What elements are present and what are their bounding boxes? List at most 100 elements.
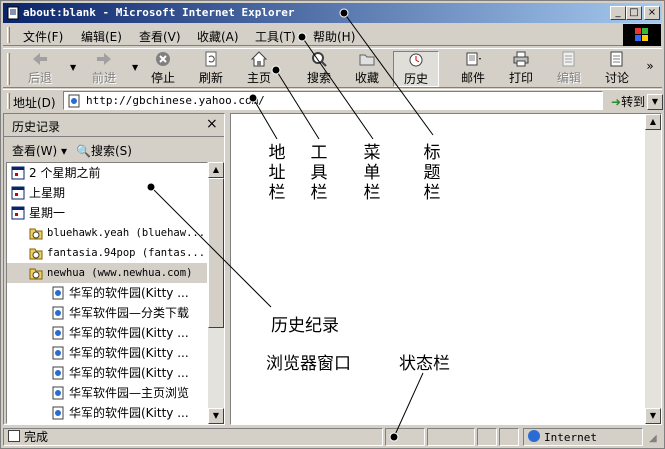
menu-bar: 文件(F) 编辑(E) 查看(V) 收藏(A) 工具(T) 帮助(H) (3, 24, 623, 46)
address-field[interactable]: ▼ (63, 91, 663, 110)
history-view-button[interactable]: 查看(W) ▾ (12, 142, 67, 159)
history-page-item[interactable]: 华军软件园—主页浏览 (7, 383, 207, 403)
chevron-up-icon: ▲ (649, 117, 657, 126)
scroll-up-button[interactable]: ▲ (645, 114, 661, 130)
history-icon (409, 53, 423, 67)
annotation-menu-bar: 菜单栏 (363, 143, 381, 203)
history-week-item[interactable]: 上星期 (7, 183, 207, 203)
address-dropdown[interactable]: ▼ (647, 94, 663, 110)
menu-view[interactable]: 查看(V) (139, 28, 181, 45)
history-page-item[interactable]: 华军的软件园(Kitty ... (7, 343, 207, 363)
browser-content[interactable]: ▲ ▼ (230, 113, 662, 425)
printer-icon (513, 51, 529, 67)
discuss-button[interactable]: 讨论 (597, 51, 637, 87)
chevron-down-icon: ▼ (649, 411, 657, 420)
scroll-up-button[interactable]: ▲ (208, 162, 224, 178)
history-scrollbar[interactable]: ▲ ▼ (208, 162, 224, 424)
history-item-label: 华军软件园—分类下载 (69, 306, 190, 320)
menu-help[interactable]: 帮助(H) (313, 28, 355, 45)
address-input[interactable] (86, 94, 586, 107)
history-page-item[interactable]: 华军的软件园(Kitty ... (7, 363, 207, 383)
edit-page-icon (562, 51, 575, 67)
back-dropdown[interactable]: ▼ (65, 51, 77, 87)
go-button[interactable]: ➜转到 (611, 93, 645, 110)
back-arrow-icon (33, 53, 47, 65)
search-icon: 🔍 (76, 144, 91, 158)
history-page-item[interactable]: 华军软件园—分类下载 (7, 303, 207, 323)
content-scrollbar[interactable]: ▲ ▼ (645, 114, 661, 424)
calendar-icon (11, 186, 25, 200)
stop-button[interactable]: 停止 (143, 51, 183, 87)
toolbar-grip[interactable] (7, 53, 10, 85)
status-bar: 完成 Internet ◢ (3, 427, 662, 447)
history-page-item[interactable]: 华军的软件园(Kitty ... (7, 403, 207, 423)
history-site-item[interactable]: fantasia.94pop (fantas... (7, 243, 207, 263)
history-site-item[interactable]: newhua (www.newhua.com) (7, 263, 207, 283)
menu-file[interactable]: 文件(F) (23, 28, 63, 45)
history-page-item[interactable]: 华军的软件园(Kitty ... (7, 283, 207, 303)
zone-label: Internet (544, 431, 597, 444)
refresh-button[interactable]: 刷新 (191, 51, 231, 87)
print-button[interactable]: 打印 (503, 51, 539, 87)
forward-label: 前进 (91, 71, 116, 85)
history-search-label: 搜索(S) (90, 144, 132, 158)
search-label: 搜索 (306, 71, 331, 85)
mail-button[interactable]: 邮件 (453, 51, 493, 87)
menu-tools[interactable]: 工具(T) (255, 28, 296, 45)
mail-icon (466, 52, 481, 66)
chevron-up-icon: ▲ (212, 165, 220, 174)
history-list: 2 个星期之前 上星期 星期一 bluehawk.yeah (bluehaw..… (6, 162, 208, 424)
stop-label: 停止 (150, 71, 175, 85)
history-item-label: 上星期 (29, 186, 66, 200)
status-cell (477, 428, 497, 446)
history-search-button[interactable]: 🔍搜索(S) (76, 142, 132, 159)
folder-icon (29, 248, 43, 260)
menu-edit[interactable]: 编辑(E) (81, 28, 122, 45)
calendar-icon (11, 206, 25, 220)
home-button[interactable]: 主页 (239, 51, 279, 87)
status-text-cell: 完成 (3, 428, 383, 446)
search-button[interactable]: 搜索 (297, 51, 341, 87)
history-site-item[interactable]: bluehawk.yeah (bluehaw... (7, 223, 207, 243)
history-title: 历史记录 (12, 120, 61, 134)
chevron-down-icon: ▼ (70, 63, 77, 72)
annotation-address-bar: 地址栏 (268, 143, 286, 203)
status-cell (499, 428, 519, 446)
zone-cell: Internet (523, 428, 643, 446)
close-button[interactable]: × (644, 6, 660, 20)
address-grip[interactable] (7, 93, 10, 109)
back-label: 后退 (27, 71, 52, 85)
edit-button[interactable]: 编辑 (549, 51, 589, 87)
history-label: 历史 (403, 72, 428, 86)
ie-page-icon (52, 366, 64, 380)
page-icon (68, 94, 80, 108)
history-item-label: 华军的软件园(Kitty ... (69, 366, 189, 380)
resize-grip-icon[interactable]: ◢ (649, 433, 657, 444)
history-week-item[interactable]: 2 个星期之前 (7, 163, 207, 183)
scroll-down-button[interactable]: ▼ (645, 408, 661, 424)
history-page-item[interactable]: 华军的软件园(Kitty ... (7, 323, 207, 343)
history-button[interactable]: 历史 (393, 51, 439, 87)
history-header: 历史记录 × (4, 114, 224, 134)
menu-favorites[interactable]: 收藏(A) (197, 28, 239, 45)
globe-icon (528, 430, 540, 442)
standard-toolbar: 后退 ▼ 前进 ▼ 停止 刷新 主页 搜索 收藏 历史 邮件 打印 编辑 讨论 … (3, 48, 662, 88)
refresh-label: 刷新 (198, 71, 223, 85)
annotation-toolbar: 工具栏 (310, 143, 328, 203)
history-week-item[interactable]: 星期一 (7, 203, 207, 223)
history-item-label: newhua (www.newhua.com) (47, 267, 193, 279)
history-close-button[interactable]: × (206, 116, 218, 132)
annotation-history: 历史纪录 (271, 316, 339, 336)
forward-button[interactable]: 前进 (81, 51, 127, 87)
home-label: 主页 (246, 71, 271, 85)
favorites-button[interactable]: 收藏 (345, 51, 389, 87)
title-bar[interactable]: about:blank - Microsoft Internet Explore… (3, 3, 662, 23)
menu-grip[interactable] (7, 27, 10, 43)
scroll-down-button[interactable]: ▼ (208, 408, 224, 424)
forward-dropdown[interactable]: ▼ (127, 51, 138, 87)
minimize-button[interactable]: _ (610, 6, 626, 20)
chevron-down-icon: ▼ (651, 97, 659, 106)
scroll-thumb[interactable] (208, 178, 224, 328)
back-button[interactable]: 后退 (17, 51, 63, 87)
maximize-button[interactable]: □ (626, 6, 642, 20)
